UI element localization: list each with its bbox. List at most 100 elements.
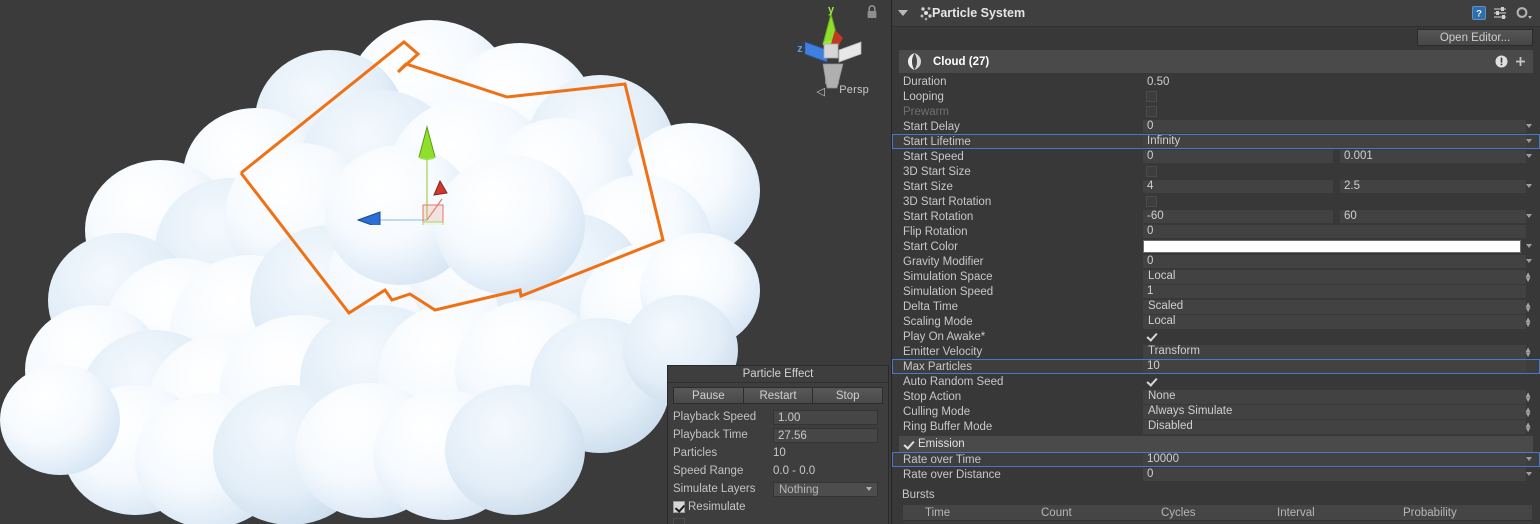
chevron-down-icon[interactable] <box>1526 154 1532 158</box>
updown-arrows-icon[interactable]: ▲ ▼ <box>1524 421 1532 434</box>
pause-button[interactable]: Pause <box>673 387 743 404</box>
property-row[interactable]: Start Lifetime Infinity <box>892 134 1540 149</box>
color-swatch[interactable] <box>1143 240 1521 253</box>
property-value[interactable]: 0.50 <box>1143 76 1169 88</box>
transform-move-gizmo[interactable] <box>330 95 470 225</box>
chevron-down-icon[interactable] <box>1526 244 1532 248</box>
property-checkbox-unchecked[interactable] <box>1146 106 1157 117</box>
property-row[interactable]: Stop Action None ▲ ▼ <box>892 389 1540 404</box>
property-value-field-min[interactable]: -60 <box>1143 210 1333 223</box>
bursts-column-header[interactable]: Probability <box>1383 507 1523 519</box>
property-row[interactable]: Start Speed 0 0.001 <box>892 149 1540 164</box>
warning-icon[interactable] <box>1495 55 1508 68</box>
component-header-bar[interactable]: Cloud (27) <box>899 50 1533 73</box>
property-row[interactable]: Gravity Modifier 0 <box>892 254 1540 269</box>
property-row[interactable]: Start Color <box>892 239 1540 254</box>
help-icon[interactable]: ? <box>1472 6 1486 20</box>
property-value-dropdown[interactable]: None <box>1143 389 1526 404</box>
pe-checkbox[interactable] <box>673 517 685 524</box>
pe-value-popup[interactable]: Nothing <box>773 481 878 497</box>
property-value-field[interactable]: Infinity <box>1143 135 1526 148</box>
pe-checkbox[interactable] <box>673 500 685 513</box>
property-value-field-max[interactable]: 2.5 <box>1340 180 1526 193</box>
bursts-column-header[interactable]: Time <box>903 507 1023 519</box>
inspector-header[interactable]: Particle System ? <box>892 0 1540 27</box>
property-row[interactable]: Simulation Space Local ▲ ▼ <box>892 269 1540 284</box>
property-value-field-min[interactable]: 0 <box>1143 150 1333 163</box>
property-value-dropdown[interactable]: Local <box>1143 314 1526 329</box>
property-checkbox-unchecked[interactable] <box>1146 166 1157 177</box>
property-row[interactable]: Ring Buffer Mode Disabled ▲ ▼ <box>892 419 1540 434</box>
property-row[interactable]: Looping <box>892 89 1540 104</box>
persp-label[interactable]: Persp <box>839 84 869 96</box>
emission-enabled-checkbox[interactable] <box>903 439 914 450</box>
updown-arrows-icon[interactable]: ▲ ▼ <box>1524 406 1532 419</box>
property-value-dropdown[interactable]: Scaled <box>1143 299 1526 314</box>
property-row[interactable]: Delta Time Scaled ▲ ▼ <box>892 299 1540 314</box>
property-checkbox-unchecked[interactable] <box>1146 196 1157 207</box>
property-checkbox-unchecked[interactable] <box>1146 91 1157 102</box>
chevron-down-icon[interactable] <box>1526 139 1532 143</box>
bursts-column-header[interactable]: Count <box>1023 507 1143 519</box>
property-row[interactable]: Start Rotation -60 60 <box>892 209 1540 224</box>
property-row[interactable]: Play On Awake* <box>892 329 1540 344</box>
property-row[interactable]: Culling Mode Always Simulate ▲ ▼ <box>892 404 1540 419</box>
property-row[interactable]: Scaling Mode Local ▲ ▼ <box>892 314 1540 329</box>
property-value-field-max[interactable]: 0.001 <box>1340 150 1526 163</box>
property-checkbox-checked[interactable] <box>1146 331 1158 343</box>
updown-arrows-icon[interactable]: ▲ ▼ <box>1524 391 1532 404</box>
bursts-column-header[interactable]: Cycles <box>1143 507 1263 519</box>
property-row[interactable]: Auto Random Seed <box>892 374 1540 389</box>
property-row[interactable]: Rate over Distance 0 <box>892 467 1540 482</box>
property-value-dropdown[interactable]: Always Simulate <box>1143 404 1526 419</box>
property-value-dropdown[interactable]: Local <box>1143 269 1526 284</box>
foldout-arrow-icon[interactable] <box>898 10 908 16</box>
pe-check-row[interactable]: Resimulate <box>668 498 888 515</box>
preset-icon[interactable] <box>1493 6 1508 20</box>
property-value-dropdown[interactable]: Transform <box>1143 344 1526 359</box>
updown-arrows-icon[interactable]: ▲ ▼ <box>1524 316 1532 329</box>
persp-arrow-icon[interactable]: ◁ <box>817 85 825 98</box>
chevron-down-icon[interactable] <box>1526 184 1532 188</box>
property-value-field[interactable]: 0 <box>1143 120 1526 133</box>
property-row[interactable]: 3D Start Rotation <box>892 194 1540 209</box>
updown-arrows-icon[interactable]: ▲ ▼ <box>1524 346 1532 359</box>
open-editor-button[interactable]: Open Editor... <box>1417 29 1533 46</box>
property-row[interactable]: Rate over Time 10000 <box>892 452 1540 467</box>
property-value-dropdown[interactable]: Disabled <box>1143 419 1526 434</box>
property-row[interactable]: Max Particles 10 <box>892 359 1540 374</box>
add-component-icon[interactable] <box>1515 56 1526 67</box>
property-row[interactable]: Duration 0.50 <box>892 74 1540 89</box>
emission-section-header[interactable]: Emission <box>899 436 1533 452</box>
property-value-field[interactable]: 10000 <box>1143 453 1526 466</box>
chevron-down-icon[interactable] <box>1526 124 1532 128</box>
property-row[interactable]: Start Size 4 2.5 <box>892 179 1540 194</box>
property-value-field[interactable]: 0 <box>1143 468 1526 481</box>
property-value-field[interactable]: 10 <box>1143 360 1526 373</box>
chevron-down-icon[interactable] <box>1526 214 1532 218</box>
scene-view[interactable]: y z ◁ Persp Particle Effect Pause Restar… <box>0 0 891 524</box>
property-value-field[interactable]: 0 <box>1143 225 1526 238</box>
chevron-down-icon[interactable] <box>1526 259 1532 263</box>
updown-arrows-icon[interactable]: ▲ ▼ <box>1524 301 1532 314</box>
chevron-down-icon[interactable] <box>1526 472 1532 476</box>
property-row[interactable]: 3D Start Size <box>892 164 1540 179</box>
property-row[interactable]: Simulation Speed 1 <box>892 284 1540 299</box>
property-value-field-max[interactable]: 60 <box>1340 210 1526 223</box>
property-value-field[interactable]: 0 <box>1143 255 1526 268</box>
stop-button[interactable]: Stop <box>812 387 884 404</box>
lock-icon[interactable] <box>865 4 879 20</box>
property-row[interactable]: Start Delay 0 <box>892 119 1540 134</box>
gear-icon[interactable] <box>1515 6 1532 20</box>
property-row[interactable]: Prewarm <box>892 104 1540 119</box>
property-value-field[interactable]: 1 <box>1143 285 1526 298</box>
pe-check-row[interactable] <box>668 515 888 524</box>
restart-button[interactable]: Restart <box>742 387 813 404</box>
updown-arrows-icon[interactable]: ▲ ▼ <box>1524 271 1532 284</box>
bursts-column-header[interactable]: Interval <box>1263 507 1383 519</box>
chevron-down-icon[interactable] <box>1526 457 1532 461</box>
property-value-field-min[interactable]: 4 <box>1143 180 1333 193</box>
property-row[interactable]: Emitter Velocity Transform ▲ ▼ <box>892 344 1540 359</box>
pe-value-field[interactable]: 27.56 <box>773 427 878 443</box>
pe-value-field[interactable]: 1.00 <box>773 409 878 425</box>
